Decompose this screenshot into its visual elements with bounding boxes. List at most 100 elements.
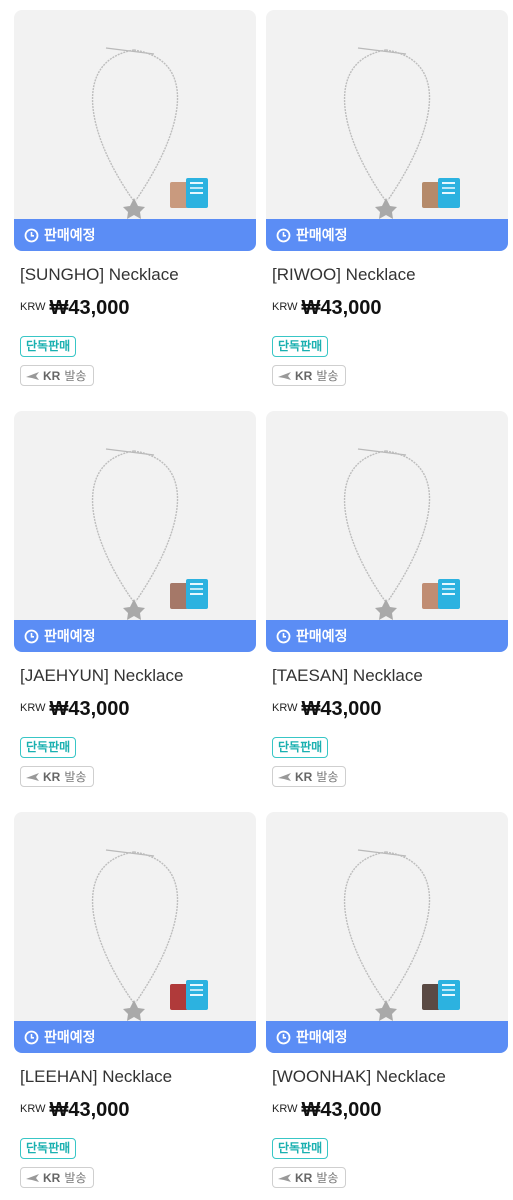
- airplane-icon: [26, 1173, 40, 1183]
- clock-icon: [276, 1030, 291, 1045]
- necklace-image: [91, 849, 179, 1021]
- product-title[interactable]: [LEEHAN] Necklace: [20, 1067, 256, 1087]
- ship-region: KR: [295, 368, 313, 383]
- product-price: ₩43,000: [301, 297, 382, 319]
- ship-text: 발송: [316, 369, 339, 383]
- price-row: KRW ₩43,000: [20, 698, 256, 721]
- necklace-image: [343, 849, 431, 1021]
- price-row: KRW ₩43,000: [20, 1099, 256, 1122]
- price-row: KRW ₩43,000: [20, 297, 256, 320]
- price-row: KRW ₩43,000: [272, 297, 508, 320]
- photocard-image: [422, 579, 462, 611]
- upcoming-sale-badge: 판매예정: [266, 620, 508, 652]
- clock-icon: [24, 228, 39, 243]
- product-image[interactable]: 판매예정: [14, 812, 256, 1053]
- ship-text: 발송: [64, 369, 87, 383]
- product-title[interactable]: [TAESAN] Necklace: [272, 666, 508, 686]
- upcoming-sale-badge: 판매예정: [266, 219, 508, 251]
- badge-label: 판매예정: [44, 227, 96, 243]
- upcoming-sale-badge: 판매예정: [14, 219, 256, 251]
- currency-label: KRW: [20, 1103, 46, 1115]
- photocard-image: [170, 579, 210, 611]
- ship-region: KR: [295, 1170, 313, 1185]
- price-row: KRW ₩43,000: [272, 698, 508, 721]
- product-image[interactable]: 판매예정: [266, 411, 508, 652]
- product-card[interactable]: 판매예정 [SUNGHO] Necklace KRW ₩43,000 단독판매 …: [14, 10, 256, 402]
- necklace-image: [343, 47, 431, 219]
- product-grid: 판매예정 [SUNGHO] Necklace KRW ₩43,000 단독판매 …: [0, 0, 513, 1200]
- ship-region: KR: [43, 1170, 61, 1185]
- currency-label: KRW: [20, 702, 46, 714]
- photocard-image: [422, 980, 462, 1012]
- airplane-icon: [278, 772, 292, 782]
- product-image[interactable]: 판매예정: [266, 10, 508, 251]
- product-price: ₩43,000: [49, 297, 130, 319]
- exclusive-tag: 단독판매: [272, 737, 329, 758]
- photocard-image: [170, 980, 210, 1012]
- product-image[interactable]: 판매예정: [14, 411, 256, 652]
- necklace-image: [91, 448, 179, 620]
- shipping-tag: KR 발송: [20, 766, 94, 787]
- currency-label: KRW: [272, 1103, 298, 1115]
- product-price: ₩43,000: [301, 698, 382, 720]
- product-title[interactable]: [JAEHYUN] Necklace: [20, 666, 256, 686]
- ship-text: 발송: [64, 1171, 87, 1185]
- photocard-back: [186, 178, 208, 208]
- product-image[interactable]: 판매예정: [266, 812, 508, 1053]
- ship-text: 발송: [316, 1171, 339, 1185]
- photocard-back: [438, 579, 460, 609]
- shipping-tag: KR 발송: [272, 365, 346, 386]
- necklace-image: [343, 448, 431, 620]
- badge-label: 판매예정: [44, 628, 96, 644]
- airplane-icon: [278, 1173, 292, 1183]
- product-card[interactable]: 판매예정 [WOONHAK] Necklace KRW ₩43,000 단독판매…: [266, 812, 508, 1200]
- airplane-icon: [26, 371, 40, 381]
- product-title[interactable]: [SUNGHO] Necklace: [20, 265, 256, 285]
- upcoming-sale-badge: 판매예정: [14, 620, 256, 652]
- product-card[interactable]: 판매예정 [TAESAN] Necklace KRW ₩43,000 단독판매 …: [266, 411, 508, 803]
- clock-icon: [276, 228, 291, 243]
- badge-label: 판매예정: [44, 1029, 96, 1045]
- photocard-back: [186, 579, 208, 609]
- product-title[interactable]: [RIWOO] Necklace: [272, 265, 508, 285]
- product-card[interactable]: 판매예정 [RIWOO] Necklace KRW ₩43,000 단독판매 K…: [266, 10, 508, 402]
- price-row: KRW ₩43,000: [272, 1099, 508, 1122]
- ship-text: 발송: [64, 770, 87, 784]
- badge-label: 판매예정: [296, 1029, 348, 1045]
- photocard-image: [422, 178, 462, 210]
- badge-label: 판매예정: [296, 628, 348, 644]
- shipping-tag: KR 발송: [20, 1167, 94, 1188]
- exclusive-tag: 단독판매: [20, 737, 77, 758]
- exclusive-tag: 단독판매: [272, 336, 329, 357]
- necklace-image: [91, 47, 179, 219]
- photocard-back: [438, 980, 460, 1010]
- ship-region: KR: [295, 769, 313, 784]
- exclusive-tag: 단독판매: [20, 336, 77, 357]
- clock-icon: [24, 1030, 39, 1045]
- shipping-tag: KR 발송: [20, 365, 94, 386]
- product-card[interactable]: 판매예정 [JAEHYUN] Necklace KRW ₩43,000 단독판매…: [14, 411, 256, 803]
- product-card[interactable]: 판매예정 [LEEHAN] Necklace KRW ₩43,000 단독판매 …: [14, 812, 256, 1200]
- shipping-tag: KR 발송: [272, 766, 346, 787]
- exclusive-tag: 단독판매: [272, 1138, 329, 1159]
- photocard-back: [438, 178, 460, 208]
- currency-label: KRW: [20, 301, 46, 313]
- ship-region: KR: [43, 368, 61, 383]
- product-price: ₩43,000: [49, 1099, 130, 1121]
- currency-label: KRW: [272, 301, 298, 313]
- product-price: ₩43,000: [49, 698, 130, 720]
- product-image[interactable]: 판매예정: [14, 10, 256, 251]
- clock-icon: [24, 629, 39, 644]
- shipping-tag: KR 발송: [272, 1167, 346, 1188]
- ship-region: KR: [43, 769, 61, 784]
- ship-text: 발송: [316, 770, 339, 784]
- photocard-image: [170, 178, 210, 210]
- airplane-icon: [26, 772, 40, 782]
- product-title[interactable]: [WOONHAK] Necklace: [272, 1067, 508, 1087]
- airplane-icon: [278, 371, 292, 381]
- upcoming-sale-badge: 판매예정: [14, 1021, 256, 1053]
- currency-label: KRW: [272, 702, 298, 714]
- upcoming-sale-badge: 판매예정: [266, 1021, 508, 1053]
- exclusive-tag: 단독판매: [20, 1138, 77, 1159]
- clock-icon: [276, 629, 291, 644]
